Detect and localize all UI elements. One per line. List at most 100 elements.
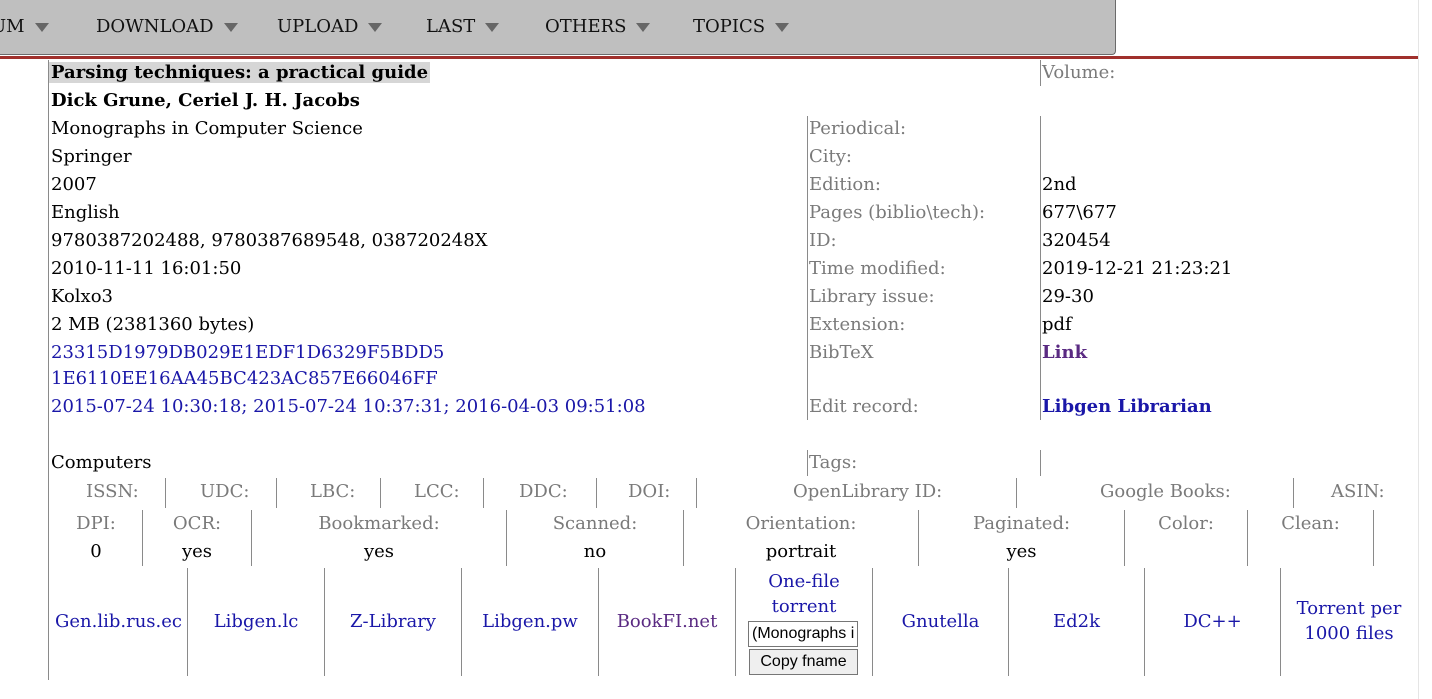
cell-divider [165, 478, 166, 508]
hash-link[interactable]: 1E6110EE16AA45BC423AC857E66046FF [51, 368, 438, 389]
chevron-down-icon [223, 22, 238, 32]
orientation-value: portrait [765, 541, 837, 562]
ocr-label: OCR: [172, 513, 222, 534]
nav-download[interactable]: DOWNLOAD [96, 16, 238, 37]
nav-upload[interactable]: UPLOAD [277, 16, 383, 37]
nav-last-label: LAST [426, 16, 476, 37]
column-divider [1040, 450, 1041, 476]
book-title[interactable]: Parsing techniques: a practical guide [49, 62, 431, 83]
torrent-per-line1: Torrent per [1296, 598, 1402, 619]
periodical-label: Periodical: [809, 118, 907, 139]
table-border-left [48, 60, 49, 680]
nav-topics[interactable]: TOPICS [693, 16, 790, 37]
top-navigation: UM DOWNLOAD UPLOAD LAST OTHERS TOPICS [0, 0, 1116, 55]
mirror-libgen-pw[interactable]: Libgen.pw [462, 611, 598, 632]
openlibrary-label: OpenLibrary ID: [793, 481, 943, 502]
edition-value: 2nd [1042, 174, 1077, 195]
cell-divider [1247, 510, 1248, 566]
filename-input[interactable] [748, 621, 858, 647]
book-time-added: 2010-11-11 16:01:50 [51, 258, 242, 279]
cell-divider [251, 510, 252, 566]
nav-last[interactable]: LAST [426, 16, 500, 37]
orientation-label: Orientation: [745, 513, 857, 534]
extension-value: pdf [1042, 314, 1072, 335]
nav-topics-label: TOPICS [693, 16, 766, 37]
extension-label: Extension: [809, 314, 906, 335]
id-value: 320454 [1042, 230, 1111, 251]
paginated-value: yes [1006, 541, 1037, 562]
one-file-torrent-link[interactable]: One-file torrent [736, 571, 872, 617]
mirror-gen-lib-rus-ec[interactable]: Gen.lib.rus.ec [50, 611, 187, 632]
doi-label: DOI: [628, 481, 671, 502]
column-divider [1040, 116, 1041, 420]
bibtex-link[interactable]: Link [1042, 342, 1087, 363]
cell-divider [1293, 478, 1294, 508]
library-issue-label: Library issue: [809, 286, 935, 307]
google-books-label: Google Books: [1100, 481, 1231, 502]
libgen-librarian-link[interactable]: Libgen Librarian [1042, 396, 1212, 417]
clean-label: Clean: [1281, 513, 1340, 534]
dpi-value: 0 [90, 541, 102, 562]
mirror-z-library[interactable]: Z-Library [325, 611, 461, 632]
cell-divider [187, 568, 188, 676]
id-label: ID: [809, 230, 837, 251]
time-modified-value: 2019-12-21 21:23:21 [1042, 258, 1233, 279]
page-scrollbar[interactable] [1418, 0, 1432, 699]
paginated-label: Paginated: [972, 513, 1071, 534]
asin-label: ASIN: [1331, 481, 1385, 502]
book-topic[interactable]: Computers [51, 452, 152, 473]
mirror-dcpp[interactable]: DC++ [1145, 611, 1280, 632]
bibtex-label: BibTeX [809, 342, 874, 363]
cell-divider [598, 568, 599, 676]
udc-label: UDC: [200, 481, 250, 502]
nav-download-label: DOWNLOAD [96, 16, 214, 37]
mirror-ed2k[interactable]: Ed2k [1009, 611, 1144, 632]
nav-forum[interactable]: UM [0, 16, 49, 37]
cell-divider [1008, 568, 1009, 676]
pages-value: 677\677 [1042, 202, 1117, 223]
mirror-bookfi[interactable]: BookFI.net [599, 611, 735, 632]
mirror-gnutella[interactable]: Gnutella [873, 611, 1008, 632]
mirror-libgen-lc[interactable]: Libgen.lc [188, 611, 324, 632]
pages-label: Pages (biblio\tech): [809, 202, 986, 223]
cell-divider [1144, 568, 1145, 676]
cell-divider [506, 510, 507, 566]
bookmarked-value: yes [363, 541, 395, 562]
cell-divider [276, 478, 277, 508]
book-authors[interactable]: Dick Grune, Ceriel J. H. Jacobs [51, 90, 360, 111]
lbc-label: LBC: [310, 481, 356, 502]
edit-times-link[interactable]: 2015-07-24 10:30:18; 2015-07-24 10:37:31… [51, 396, 646, 417]
cell-divider [735, 568, 736, 676]
nav-upload-label: UPLOAD [277, 16, 359, 37]
city-label: City: [809, 146, 852, 167]
cell-divider [461, 568, 462, 676]
cell-divider [483, 478, 484, 508]
tags-label: Tags: [809, 452, 858, 473]
copy-fname-button[interactable]: Copy fname [749, 649, 858, 675]
one-file-torrent-line2: torrent [771, 596, 837, 617]
book-isbn: 9780387202488, 9780387689548, 038720248X [51, 230, 488, 251]
cell-divider [918, 510, 919, 566]
column-divider [1040, 60, 1041, 86]
lcc-label: LCC: [414, 481, 460, 502]
bookmarked-label: Bookmarked: [318, 513, 440, 534]
md5-link[interactable]: 23315D1979DB029E1EDF1D6329F5BDD5 [51, 342, 444, 363]
issn-label: ISSN: [86, 481, 139, 502]
torrent-per-1000-link[interactable]: Torrent per 1000 files [1281, 598, 1417, 644]
dpi-label: DPI: [76, 513, 116, 534]
nav-others[interactable]: OTHERS [545, 16, 651, 37]
cell-divider [324, 568, 325, 676]
cell-divider [380, 478, 381, 508]
book-year: 2007 [51, 174, 97, 195]
chevron-down-icon [636, 22, 651, 32]
cell-divider [1373, 510, 1374, 566]
book-series: Monographs in Computer Science [51, 118, 363, 139]
one-file-torrent-line1: One-file [768, 571, 840, 592]
scanned-label: Scanned: [552, 513, 638, 534]
edit-record-label: Edit record: [809, 396, 919, 417]
ddc-label: DDC: [519, 481, 568, 502]
cell-divider [1016, 478, 1017, 508]
cell-divider [1124, 510, 1125, 566]
book-publisher: Springer [51, 146, 132, 167]
chevron-down-icon [368, 22, 383, 32]
